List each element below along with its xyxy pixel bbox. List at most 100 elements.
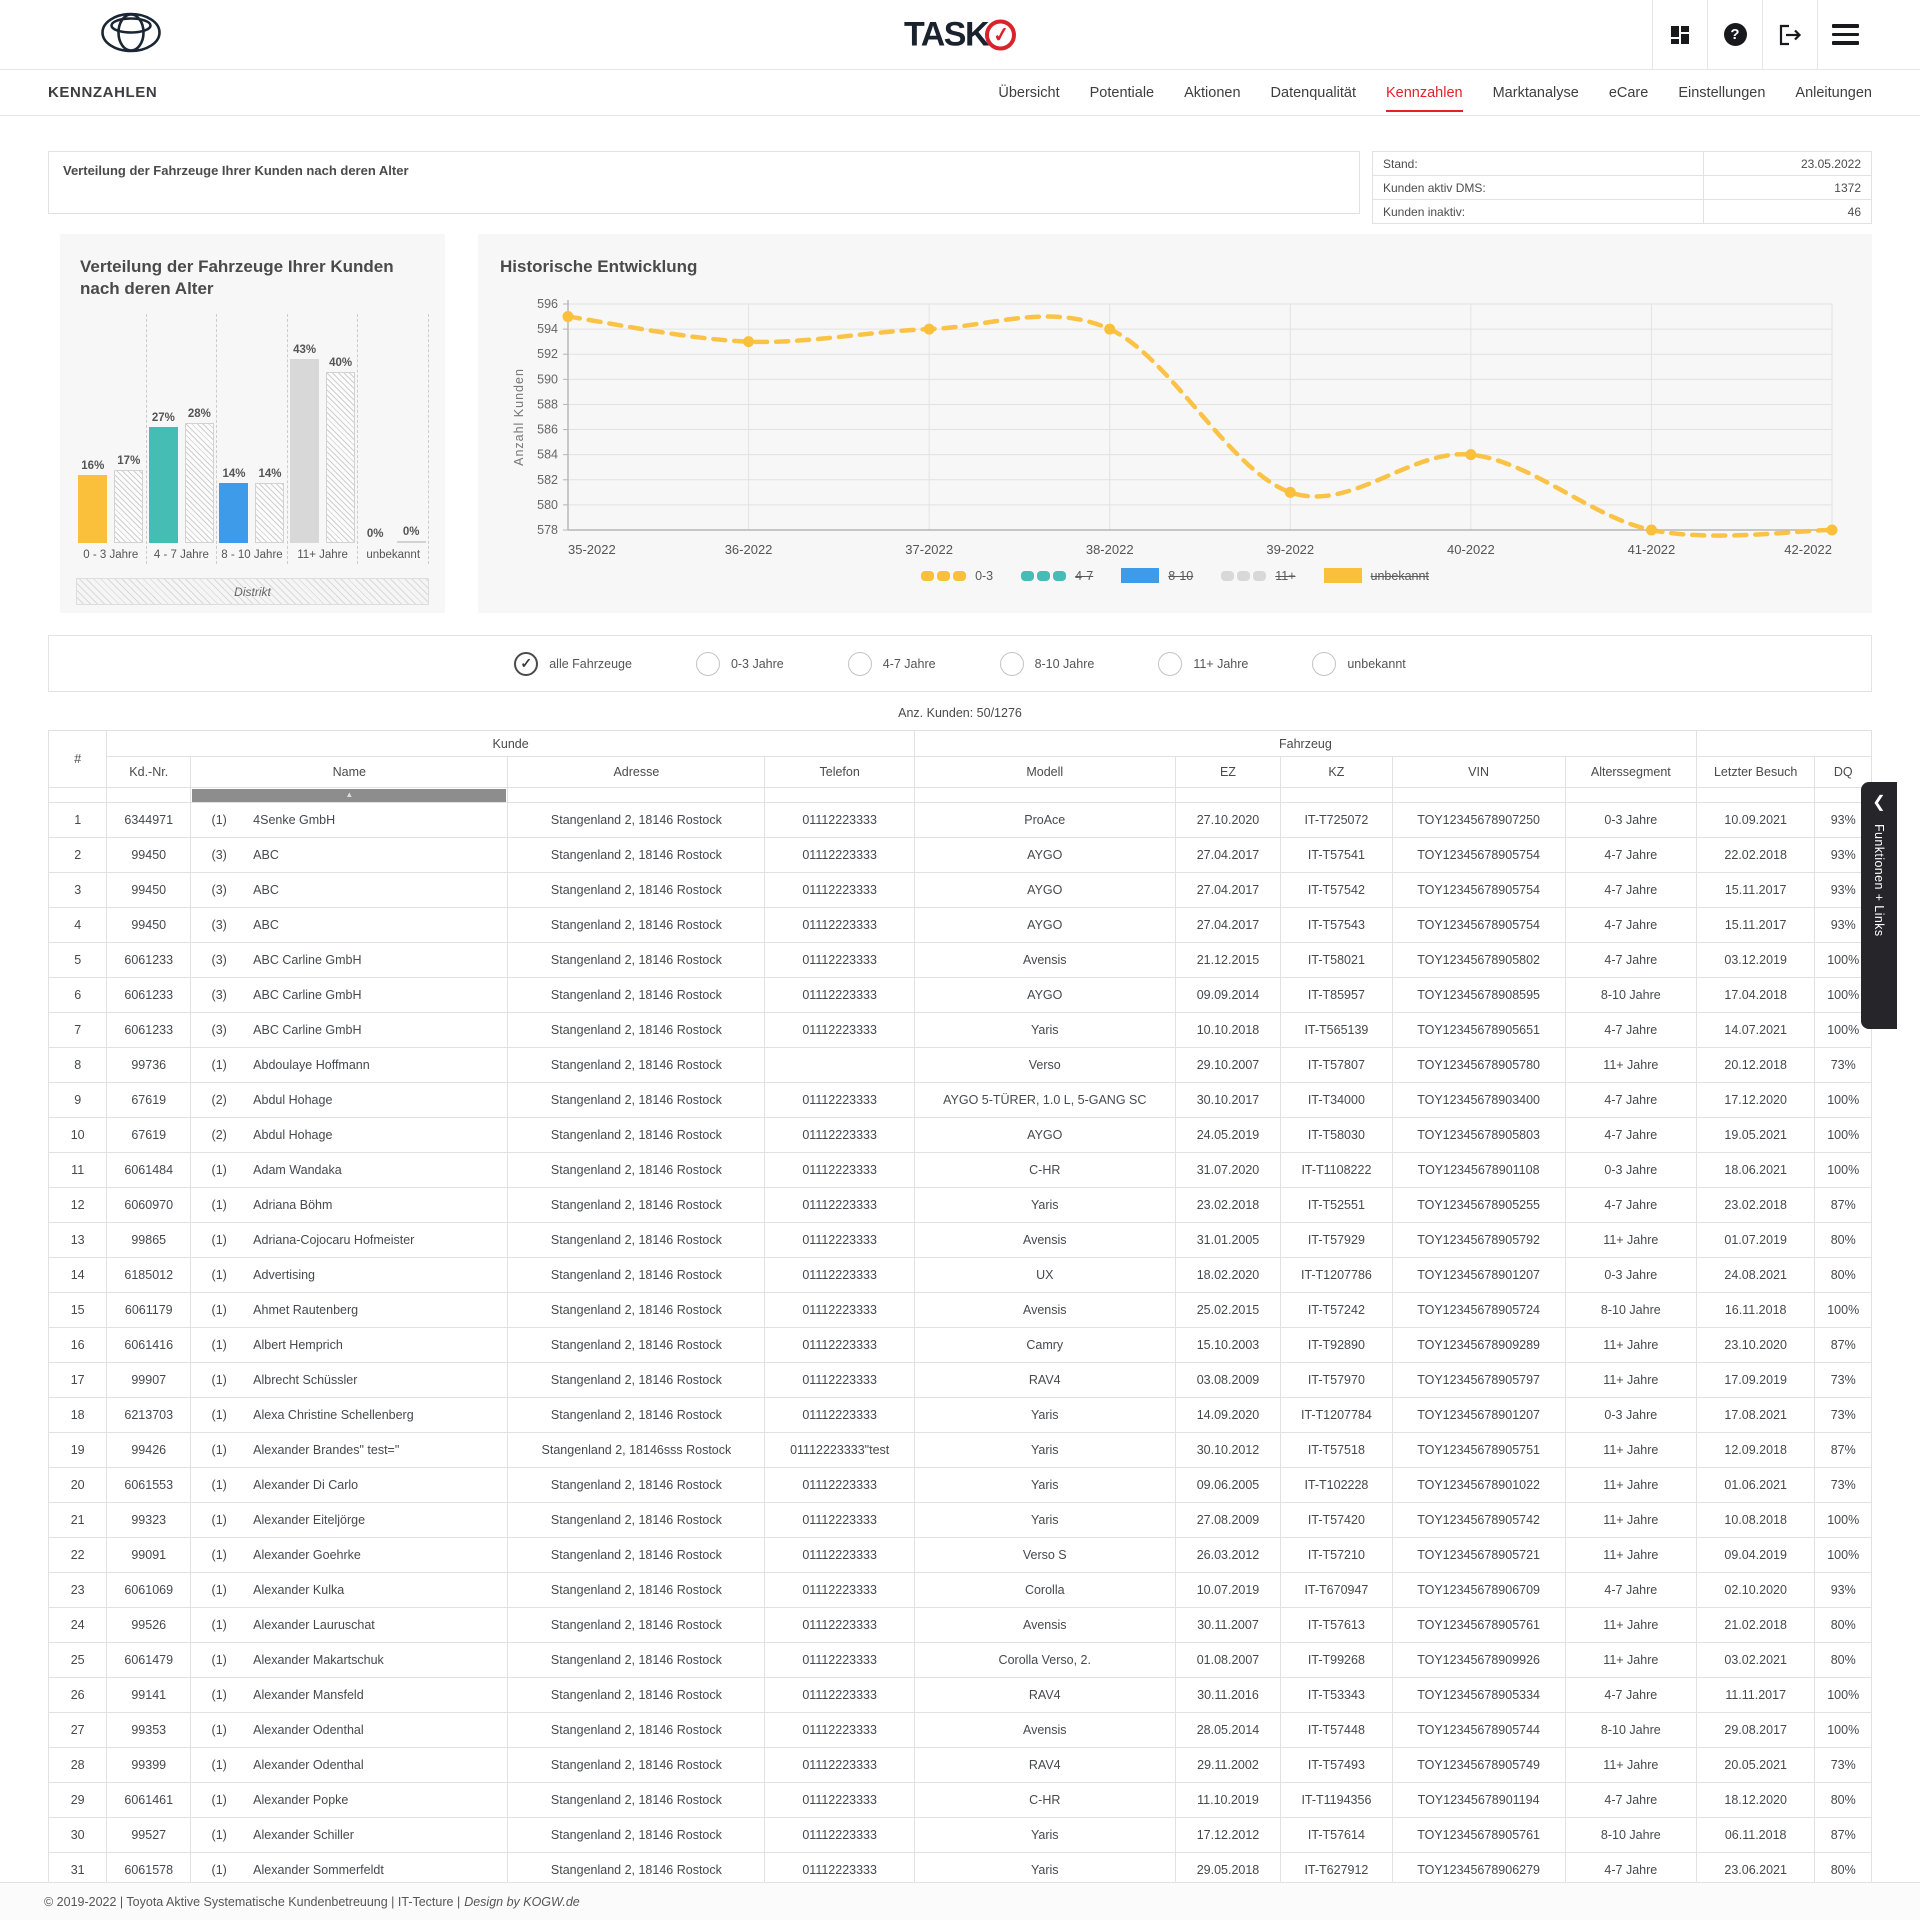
table-row[interactable]: 1999426(1)Alexander Brandes" test="Stang…	[49, 1433, 1872, 1468]
table-cell: 11.10.2019	[1175, 1783, 1281, 1818]
table-row[interactable]: 1799907(1)Albrecht SchüsslerStangenland …	[49, 1363, 1872, 1398]
nav-item-datenqualität[interactable]: Datenqualität	[1271, 73, 1356, 112]
table-row[interactable]: 16344971(1)4Senke GmbHStangenland 2, 181…	[49, 803, 1872, 838]
column-header-telefon[interactable]: Telefon	[765, 757, 914, 788]
table-row[interactable]: 56061233(3)ABC Carline GmbHStangenland 2…	[49, 943, 1872, 978]
nav-item-aktionen[interactable]: Aktionen	[1184, 73, 1240, 112]
table-cell: 4-7 Jahre	[1565, 838, 1696, 873]
radio-icon[interactable]	[1000, 652, 1024, 676]
table-row[interactable]: 2699141(1)Alexander MansfeldStangenland …	[49, 1678, 1872, 1713]
table-cell: Avensis	[914, 1713, 1175, 1748]
question-mark-icon: ?	[1724, 23, 1747, 46]
table-row[interactable]: 76061233(3)ABC Carline GmbHStangenland 2…	[49, 1013, 1872, 1048]
dashboard-icon[interactable]	[1652, 0, 1707, 69]
table-row[interactable]: 2799353(1)Alexander OdenthalStangenland …	[49, 1713, 1872, 1748]
task-check-icon: ✓	[985, 19, 1016, 50]
filter-option-0-3-jahre[interactable]: 0-3 Jahre	[696, 652, 784, 676]
table-row[interactable]: 1067619(2)Abdul HohageStangenland 2, 181…	[49, 1118, 1872, 1153]
table-cell: 87%	[1815, 1328, 1872, 1363]
table-row[interactable]: 116061484(1)Adam WandakaStangenland 2, 1…	[49, 1153, 1872, 1188]
table-cell: 80%	[1815, 1643, 1872, 1678]
table-row[interactable]: 2199323(1)Alexander EiteljörgeStangenlan…	[49, 1503, 1872, 1538]
column-header-modell[interactable]: Modell	[914, 757, 1175, 788]
legend-swatch-dashed	[921, 571, 966, 581]
legend-item-11+[interactable]: 11+	[1221, 569, 1295, 583]
radio-icon[interactable]	[1158, 652, 1182, 676]
vehicle-count-prefix: (1)	[197, 1198, 241, 1212]
table-row[interactable]: 156061179(1)Ahmet RautenbergStangenland …	[49, 1293, 1872, 1328]
table-row[interactable]: 3099527(1)Alexander SchillerStangenland …	[49, 1818, 1872, 1853]
legend-item-0-3[interactable]: 0-3	[921, 569, 993, 583]
vehicle-count-prefix: (1)	[197, 1233, 241, 1247]
radio-icon[interactable]	[848, 652, 872, 676]
table-row[interactable]: 899736(1)Abdoulaye HoffmannStangenland 2…	[49, 1048, 1872, 1083]
table-row[interactable]: 499450(3)ABCStangenland 2, 18146 Rostock…	[49, 908, 1872, 943]
menu-icon[interactable]	[1817, 0, 1872, 69]
customer-name: Advertising	[241, 1268, 315, 1282]
table-cell: TOY12345678905255	[1392, 1188, 1565, 1223]
legend-item-unbekannt[interactable]: unbekannt	[1324, 568, 1429, 583]
legend-item-8-10[interactable]: 8-10	[1121, 568, 1193, 583]
filter-option-8-10-jahre[interactable]: 8-10 Jahre	[1000, 652, 1095, 676]
nav-item-übersicht[interactable]: Übersicht	[998, 73, 1059, 112]
logout-icon[interactable]	[1762, 0, 1817, 69]
filter-option-alle-fahrzeuge[interactable]: ✓alle Fahrzeuge	[514, 652, 632, 676]
sort-cell	[508, 788, 765, 803]
table-row[interactable]: 2299091(1)Alexander GoehrkeStangenland 2…	[49, 1538, 1872, 1573]
table-row[interactable]: 2899399(1)Alexander OdenthalStangenland …	[49, 1748, 1872, 1783]
filter-option-unbekannt[interactable]: unbekannt	[1312, 652, 1405, 676]
radio-icon[interactable]	[1312, 652, 1336, 676]
table-row[interactable]: 236061069(1)Alexander KulkaStangenland 2…	[49, 1573, 1872, 1608]
nav-item-ecare[interactable]: eCare	[1609, 73, 1649, 112]
column-header-kz[interactable]: KZ	[1281, 757, 1392, 788]
table-row[interactable]: 146185012(1)AdvertisingStangenland 2, 18…	[49, 1258, 1872, 1293]
table-row[interactable]: 399450(3)ABCStangenland 2, 18146 Rostock…	[49, 873, 1872, 908]
nav-item-kennzahlen[interactable]: Kennzahlen	[1386, 73, 1463, 112]
funktionen-links-tab[interactable]: ❮ Funktionen + Links	[1861, 782, 1897, 1029]
column-header-name[interactable]: Name	[191, 757, 508, 788]
table-cell: 15.11.2017	[1696, 873, 1814, 908]
radio-icon[interactable]	[696, 652, 720, 676]
help-icon[interactable]: ?	[1707, 0, 1762, 69]
sort-cell	[1175, 788, 1281, 803]
column-header-kd-nr-[interactable]: Kd.-Nr.	[107, 757, 191, 788]
table-row[interactable]: 2499526(1)Alexander LauruschatStangenlan…	[49, 1608, 1872, 1643]
table-row[interactable]: 126060970(1)Adriana BöhmStangenland 2, 1…	[49, 1188, 1872, 1223]
table-cell: 18.12.2020	[1696, 1783, 1814, 1818]
column-header-vin[interactable]: VIN	[1392, 757, 1565, 788]
table-cell: Yaris	[914, 1468, 1175, 1503]
nav-item-marktanalyse[interactable]: Marktanalyse	[1493, 73, 1579, 112]
table-cell: 6061479	[107, 1643, 191, 1678]
nav-item-potentiale[interactable]: Potentiale	[1090, 73, 1155, 112]
column-header-ez[interactable]: EZ	[1175, 757, 1281, 788]
table-row[interactable]: 166061416(1)Albert HemprichStangenland 2…	[49, 1328, 1872, 1363]
sort-indicator-bar[interactable]: ▲	[192, 789, 506, 802]
table-cell: IT-T57543	[1281, 908, 1392, 943]
legend-item-4-7[interactable]: 4-7	[1021, 569, 1093, 583]
table-row[interactable]: 296061461(1)Alexander PopkeStangenland 2…	[49, 1783, 1872, 1818]
table-row[interactable]: 256061479(1)Alexander MakartschukStangen…	[49, 1643, 1872, 1678]
table-row[interactable]: 186213703(1)Alexa Christine Schellenberg…	[49, 1398, 1872, 1433]
table-cell: 14.07.2021	[1696, 1013, 1814, 1048]
table-cell: 25	[49, 1643, 107, 1678]
radio-checked-icon[interactable]: ✓	[514, 652, 538, 676]
column-header-hash[interactable]: #	[49, 731, 107, 788]
filter-label: unbekannt	[1347, 657, 1405, 671]
table-row[interactable]: 1399865(1)Adriana-Cojocaru HofmeisterSta…	[49, 1223, 1872, 1258]
filter-option-4-7-jahre[interactable]: 4-7 Jahre	[848, 652, 936, 676]
table-cell: 6185012	[107, 1258, 191, 1293]
nav-item-anleitungen[interactable]: Anleitungen	[1795, 73, 1872, 112]
column-header-alterssegment[interactable]: Alterssegment	[1565, 757, 1696, 788]
filter-option-11+-jahre[interactable]: 11+ Jahre	[1158, 652, 1248, 676]
table-row[interactable]: 299450(3)ABCStangenland 2, 18146 Rostock…	[49, 838, 1872, 873]
table-row[interactable]: 967619(2)Abdul HohageStangenland 2, 1814…	[49, 1083, 1872, 1118]
table-cell: IT-T102228	[1281, 1468, 1392, 1503]
column-header-adresse[interactable]: Adresse	[508, 757, 765, 788]
table-row[interactable]: 66061233(3)ABC Carline GmbHStangenland 2…	[49, 978, 1872, 1013]
table-cell: 4-7 Jahre	[1565, 1783, 1696, 1818]
column-header-letzter-besuch[interactable]: Letzter Besuch	[1696, 757, 1814, 788]
table-row[interactable]: 206061553(1)Alexander Di CarloStangenlan…	[49, 1468, 1872, 1503]
table-header-row: Kd.-Nr.NameAdresseTelefonModellEZKZVINAl…	[49, 757, 1872, 788]
nav-item-einstellungen[interactable]: Einstellungen	[1678, 73, 1765, 112]
info-row: Stand:23.05.2022	[1373, 152, 1872, 176]
